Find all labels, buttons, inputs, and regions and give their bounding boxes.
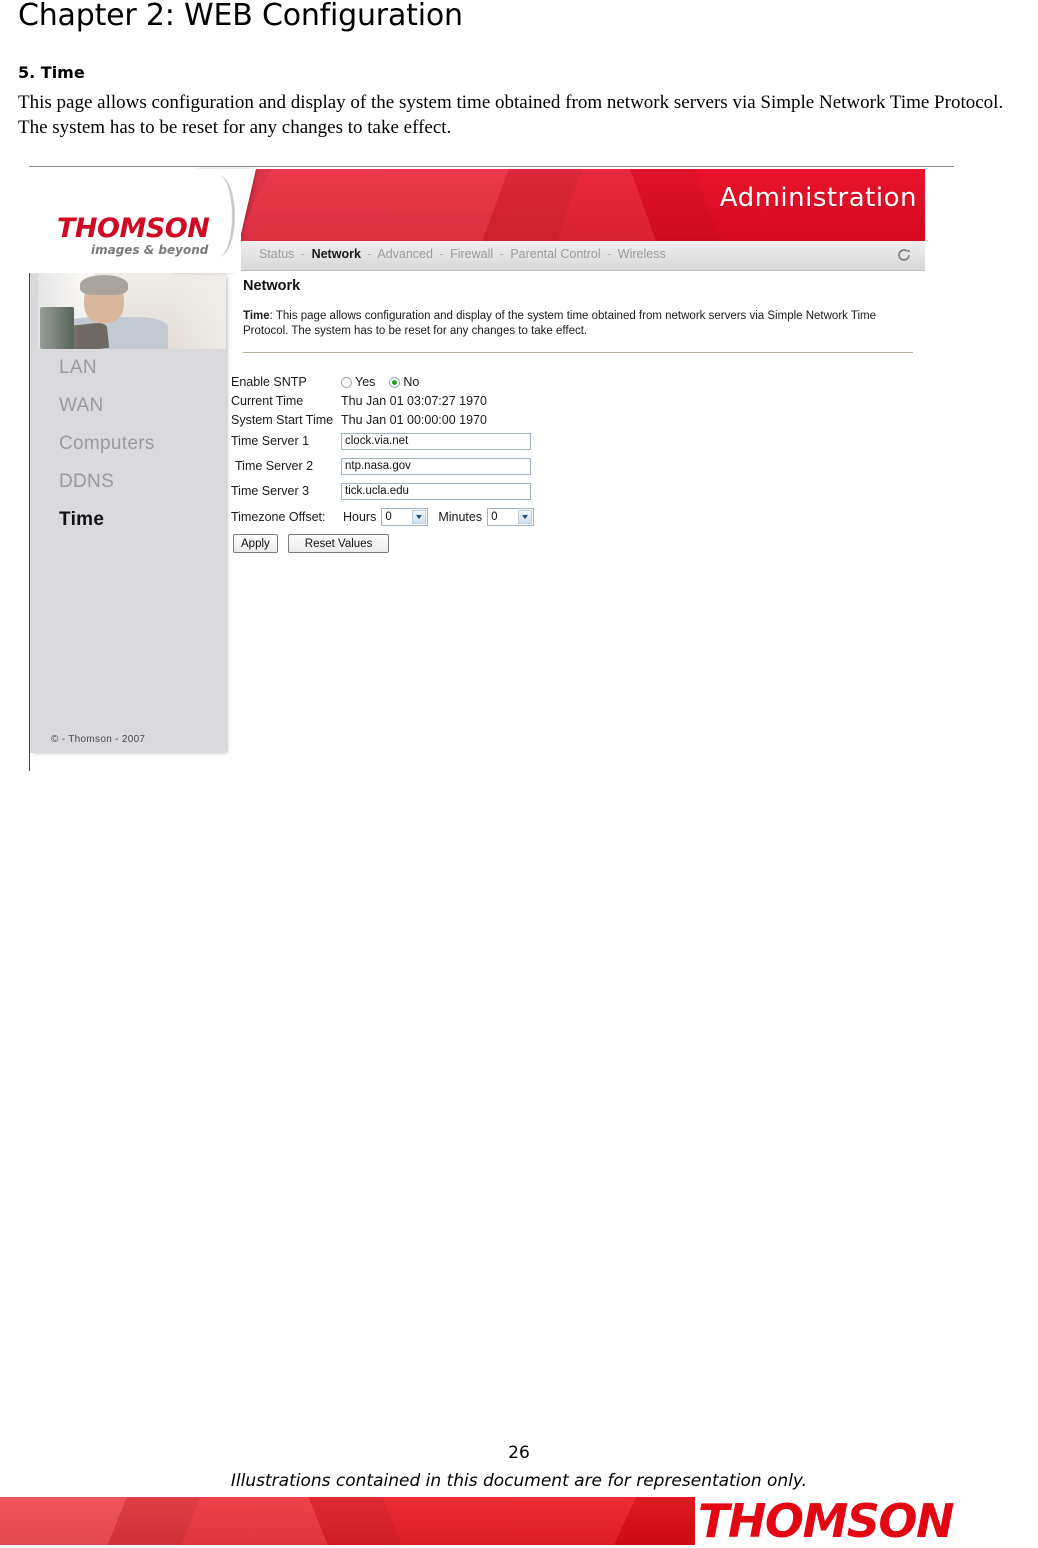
content-description-label: Time [243, 310, 270, 322]
time-server-3-label: Time Server 3 [231, 484, 310, 498]
nav-separator: - [367, 247, 372, 261]
nav-item-firewall[interactable]: Firewall [450, 247, 493, 261]
sidebar-copyright: © - Thomson - 2007 [51, 734, 146, 745]
time-settings-form: Enable SNTP Yes No Current Time Thu Jan … [231, 373, 535, 553]
sidebar-item-wan[interactable]: WAN [29, 387, 226, 425]
form-actions: Apply Reset Values [231, 534, 534, 553]
sidebar-item-lan[interactable]: LAN [29, 349, 226, 387]
enable-sntp-yes-option[interactable]: Yes [341, 375, 375, 389]
content-heading: Network [243, 278, 301, 294]
row-timezone-offset: Timezone Offset: Hours 0 Minutes 0 [231, 506, 535, 528]
enable-sntp-yes-label: Yes [355, 375, 376, 389]
row-time-server-1: Time Server 1 [231, 430, 534, 452]
intro-paragraph: This page allows configuration and displ… [18, 92, 1004, 138]
sidebar-item-time[interactable]: Time [29, 501, 226, 539]
row-current-time: Current Time Thu Jan 01 03:07:27 1970 [231, 392, 534, 410]
timezone-offset-label: Timezone Offset: [231, 510, 326, 524]
nav-separator: - [499, 247, 504, 261]
page-number: 26 [508, 1443, 530, 1463]
logo-tagline: images & beyond [91, 243, 209, 257]
nav-item-wireless[interactable]: Wireless [618, 247, 666, 261]
enable-sntp-label: Enable SNTP [231, 375, 307, 389]
nav-item-parental-control[interactable]: Parental Control [510, 247, 600, 261]
footer-note: Illustrations contained in this document… [230, 1471, 808, 1491]
chevron-down-icon[interactable] [412, 510, 427, 524]
page-title: Chapter 2: WEB Configuration [18, 0, 463, 33]
system-start-time-label: System Start Time [231, 413, 334, 427]
sidebar-left-rule [29, 273, 30, 771]
footer-brand-logo: THOMSON [698, 1494, 955, 1548]
sidebar-hero-photo [38, 273, 226, 349]
section-heading: 5. Time [18, 63, 85, 82]
nav-item-list: Status - Network - Advanced - Firewall -… [259, 247, 666, 261]
time-server-3-input[interactable] [341, 482, 531, 500]
sidebar-item-ddns[interactable]: DDNS [29, 463, 226, 501]
system-start-time-value: Thu Jan 01 00:00:00 1970 [341, 413, 487, 427]
timezone-minutes-label: Minutes [438, 510, 483, 524]
content-panel: Network Time: This page allows configura… [226, 273, 925, 773]
enable-sntp-no-label: No [403, 375, 420, 389]
time-server-1-input[interactable] [341, 432, 531, 450]
photo-vignette [38, 273, 226, 349]
apply-button[interactable]: Apply [233, 534, 278, 553]
enable-sntp-no-option[interactable]: No [389, 375, 419, 389]
sidebar-menu: LAN WAN Computers DDNS Time [29, 349, 226, 539]
chevron-down-icon[interactable] [518, 510, 533, 524]
sidebar: LAN WAN Computers DDNS Time © - Thomson … [29, 273, 226, 753]
content-description-colon: : [269, 310, 273, 322]
sidebar-item-computers[interactable]: Computers [29, 425, 226, 463]
reset-values-button[interactable]: Reset Values [287, 534, 390, 553]
content-description: Time: This page allows configuration and… [243, 309, 903, 339]
refresh-icon[interactable] [895, 246, 913, 264]
nav-item-advanced[interactable]: Advanced [377, 247, 433, 261]
current-time-value: Thu Jan 01 03:07:27 1970 [341, 394, 487, 408]
time-server-2-input[interactable] [341, 457, 531, 475]
current-time-label: Current Time [231, 394, 304, 408]
content-divider [243, 352, 913, 353]
router-admin-screenshot: Administration THOMSON images & beyond S… [29, 167, 925, 773]
logo-wordmark: THOMSON [57, 213, 210, 244]
nav-separator: - [300, 247, 306, 261]
time-server-1-label: Time Server 1 [231, 434, 310, 448]
timezone-minutes-value: 0 [491, 511, 498, 523]
row-time-server-3: Time Server 3 [231, 480, 534, 502]
timezone-minutes-select[interactable]: 0 [487, 508, 535, 526]
row-system-start-time: System Start Time Thu Jan 01 00:00:00 19… [231, 411, 534, 429]
time-server-2-label: Time Server 2 [235, 459, 314, 473]
nav-item-network[interactable]: Network [312, 247, 361, 261]
radio-yes-icon[interactable] [341, 376, 352, 388]
nav-item-status[interactable]: Status [259, 247, 294, 261]
row-enable-sntp: Enable SNTP Yes No [231, 373, 534, 391]
main-navigation: Status - Network - Advanced - Firewall -… [241, 241, 925, 271]
content-description-text: This page allows configuration and displ… [243, 310, 877, 337]
banner-title: Administration [719, 183, 917, 213]
timezone-hours-select[interactable]: 0 [381, 508, 429, 526]
row-time-server-2: Time Server 2 [231, 455, 534, 477]
radio-no-icon[interactable] [389, 376, 401, 388]
nav-separator: - [607, 247, 612, 261]
nav-separator: - [439, 247, 444, 261]
enable-sntp-radio-group: Yes No [341, 375, 419, 389]
timezone-hours-value: 0 [385, 511, 392, 523]
timezone-hours-label: Hours [343, 510, 377, 524]
